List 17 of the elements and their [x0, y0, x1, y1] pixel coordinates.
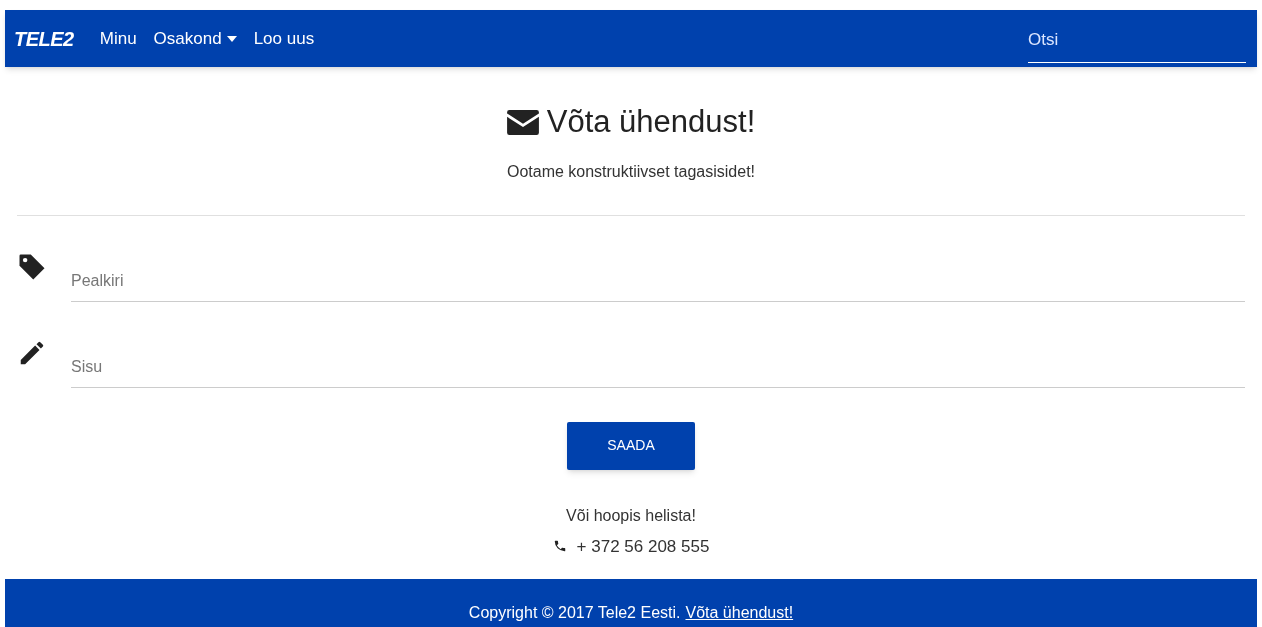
- nav-link[interactable]: Loo uus: [253, 25, 315, 52]
- submit-button[interactable]: SAADA: [567, 421, 695, 470]
- caret-icon: [226, 35, 237, 42]
- contact-link[interactable]: Võta ühendust!: [685, 601, 794, 625]
- brand-logo[interactable]: TELE2: [14, 23, 74, 54]
- phone-icon: [552, 539, 567, 554]
- copyright-text: Copyright © 2017 Tele2 Eesti.: [468, 603, 681, 623]
- nav-link[interactable]: Minu: [99, 25, 137, 52]
- nav-dropdown[interactable]: Osakond: [153, 25, 237, 52]
- text-field[interactable]: Sisu: [71, 337, 1245, 388]
- call-text: Või hoopis helista!: [566, 505, 696, 526]
- page-title: Võta ühendust!: [546, 103, 756, 141]
- envelope-icon: [506, 109, 539, 135]
- page-subtitle: Ootame konstruktiivset tagasisidet!: [506, 161, 756, 182]
- text-field[interactable]: Pealkiri: [71, 251, 1245, 302]
- search-field[interactable]: Otsi: [1028, 25, 1246, 63]
- phone-number: + 372 56 208 555: [576, 535, 710, 558]
